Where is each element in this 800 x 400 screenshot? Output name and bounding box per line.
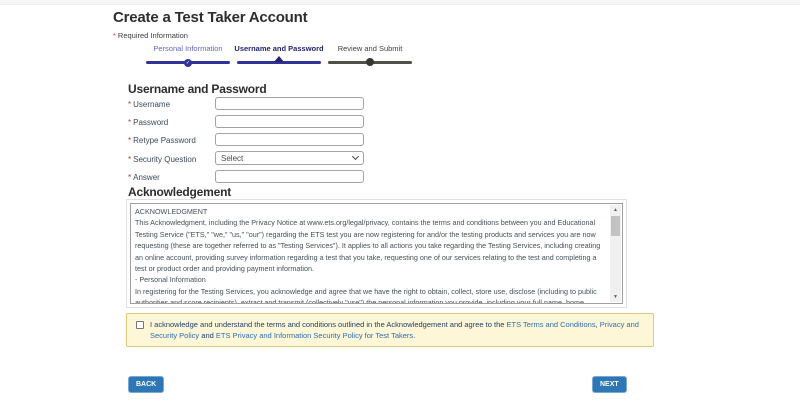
scrollbar-thumb[interactable] (611, 216, 620, 236)
ack-paragraph: This Acknowledgment, including the Priva… (135, 217, 607, 274)
label-text: Retype Password (133, 136, 196, 145)
required-note-label: Required Information (118, 31, 188, 40)
username-input[interactable] (215, 97, 364, 110)
step-label: Personal Information (153, 44, 222, 53)
label-text: Security Question (133, 155, 196, 164)
scroll-up-arrow-icon[interactable]: ▲ (610, 205, 621, 215)
step-upcoming-dot-icon (366, 58, 374, 66)
username-label: *Username (128, 100, 170, 109)
consent-banner: I acknowledge and understand the terms a… (126, 313, 654, 347)
required-asterisk: * (113, 31, 116, 40)
required-asterisk: * (128, 173, 131, 182)
step-review-and-submit[interactable]: Review and Submit (328, 44, 412, 67)
label-text: Answer (133, 173, 160, 182)
step-track: ✓ (146, 58, 230, 67)
link-ets-privacy-info-security-policy[interactable]: ETS Privacy and Information Security Pol… (216, 331, 413, 340)
retype-password-label: *Retype Password (128, 136, 196, 145)
acknowledgement-scroll-area[interactable]: ACKNOWLEDGMENT This Acknowledgment, incl… (130, 203, 623, 304)
scroll-down-arrow-icon[interactable]: ▼ (610, 292, 621, 302)
create-test-taker-account-page: Create a Test Taker Account *Required In… (0, 0, 800, 400)
ack-paragraph: In registering for the Testing Services,… (135, 286, 607, 303)
label-text: Password (133, 118, 168, 127)
step-current-triangle-icon (274, 56, 284, 62)
password-label: *Password (128, 118, 168, 127)
acknowledgement-panel: ACKNOWLEDGMENT This Acknowledgment, incl… (126, 199, 627, 308)
page-title: Create a Test Taker Account (113, 9, 307, 26)
password-input[interactable] (215, 115, 364, 128)
step-username-and-password[interactable]: Username and Password (237, 44, 321, 67)
section-heading-username-password: Username and Password (128, 82, 267, 96)
retype-password-input[interactable] (215, 133, 364, 146)
step-track (237, 58, 321, 67)
ack-doc-title: ACKNOWLEDGMENT (135, 206, 607, 217)
acknowledgement-heading: Acknowledgement (128, 185, 231, 199)
consent-text: I acknowledge and understand the terms a… (150, 320, 645, 341)
select-value: Select (221, 154, 243, 163)
chevron-down-icon (352, 153, 359, 160)
step-track (328, 58, 412, 67)
required-asterisk: * (128, 118, 131, 127)
required-asterisk: * (128, 100, 131, 109)
consent-text-before: I acknowledge and understand the terms a… (150, 320, 507, 329)
step-completed-check-icon: ✓ (184, 59, 192, 67)
vertical-scrollbar[interactable]: ▲ ▼ (610, 205, 621, 302)
consent-text-after: . (413, 331, 415, 340)
link-ets-terms-and-conditions[interactable]: ETS Terms and Conditions (507, 320, 596, 329)
required-asterisk: * (128, 155, 131, 164)
back-button[interactable]: BACK (128, 376, 164, 393)
acknowledgement-text: ACKNOWLEDGMENT This Acknowledgment, incl… (131, 204, 610, 303)
required-information-note: *Required Information (113, 31, 188, 40)
required-asterisk: * (128, 136, 131, 145)
answer-input[interactable] (215, 170, 364, 183)
top-strip (0, 0, 800, 5)
wizard-stepper: Personal Information ✓ Username and Pass… (146, 44, 412, 67)
step-label: Username and Password (234, 44, 323, 53)
acknowledge-checkbox[interactable] (136, 321, 144, 329)
step-personal-information[interactable]: Personal Information ✓ (146, 44, 230, 67)
security-question-select[interactable]: Select (215, 151, 364, 165)
answer-label: *Answer (128, 173, 160, 182)
step-label: Review and Submit (338, 44, 403, 53)
consent-separator: and (199, 331, 216, 340)
security-question-label: *Security Question (128, 155, 196, 164)
next-button[interactable]: NEXT (592, 376, 627, 393)
ack-subheading: - Personal Information (135, 274, 607, 285)
label-text: Username (133, 100, 170, 109)
